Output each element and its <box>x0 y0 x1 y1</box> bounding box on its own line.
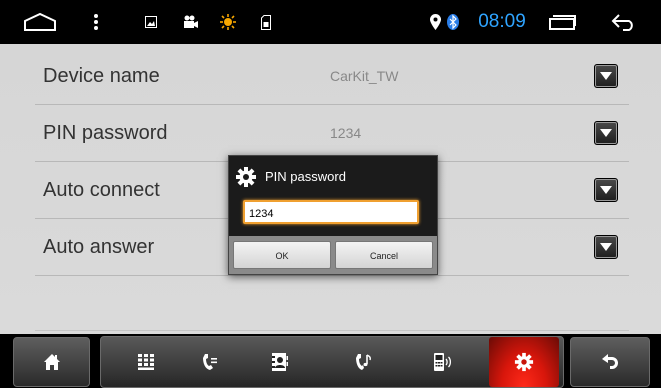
music-icon <box>356 354 371 370</box>
video-camera-icon <box>181 0 201 44</box>
status-bar: 08:09 <box>0 0 661 44</box>
phone-audio-icon <box>434 353 452 371</box>
setting-row-pin-password[interactable]: PIN password 1234 <box>35 105 629 162</box>
dropdown-arrow-icon[interactable] <box>594 121 618 145</box>
phone-audio-tab[interactable] <box>414 337 474 387</box>
settings-tab[interactable] <box>489 337 559 387</box>
recent-apps-icon[interactable] <box>543 0 583 44</box>
setting-row-empty <box>35 280 629 331</box>
location-pin-icon <box>427 0 443 44</box>
back-button[interactable] <box>570 337 650 387</box>
cancel-button[interactable]: Cancel <box>335 241 433 269</box>
pin-password-dialog: PIN password 1234 OK Cancel <box>228 155 438 275</box>
setting-value: 1234 <box>330 125 362 141</box>
settings-icon <box>514 352 534 372</box>
keypad-tab[interactable] <box>116 337 176 387</box>
setting-label: Auto answer <box>43 236 155 258</box>
dialog-title: PIN password <box>265 169 346 184</box>
contacts-tab[interactable] <box>250 337 310 387</box>
music-tab[interactable] <box>334 337 394 387</box>
setting-label: Device name <box>43 65 160 87</box>
menu-dots-icon[interactable] <box>88 0 104 44</box>
dialog-button-bar: OK Cancel <box>229 236 437 274</box>
dropdown-arrow-icon[interactable] <box>594 178 618 202</box>
back-arrow-icon <box>602 354 618 369</box>
contacts-icon <box>272 353 288 371</box>
back-arrow-icon[interactable] <box>604 0 644 44</box>
home-icon <box>43 354 60 370</box>
keypad-icon <box>138 354 154 370</box>
home-button[interactable] <box>13 337 90 387</box>
setting-label: Auto connect <box>43 179 160 201</box>
setting-value: CarKit_TW <box>330 68 399 84</box>
gear-icon <box>235 166 257 188</box>
setting-label: PIN password <box>43 122 168 144</box>
home-outline-icon[interactable] <box>18 0 62 44</box>
brightness-icon <box>218 0 238 44</box>
pin-input[interactable]: 1234 <box>243 200 419 224</box>
bluetooth-tabs <box>100 336 564 388</box>
setting-row-device-name[interactable]: Device name CarKit_TW <box>35 48 629 105</box>
call-log-tab[interactable] <box>180 337 240 387</box>
ok-button[interactable]: OK <box>233 241 331 269</box>
bluetooth-icon <box>444 0 462 44</box>
sd-card-icon <box>258 0 274 44</box>
clock-time: 08:09 <box>478 11 526 32</box>
call-log-icon <box>203 354 217 370</box>
dialog-header: PIN password <box>229 156 437 198</box>
bottom-nav-bar <box>0 334 661 388</box>
image-icon <box>142 0 160 44</box>
dropdown-arrow-icon[interactable] <box>594 235 618 259</box>
dropdown-arrow-icon[interactable] <box>594 64 618 88</box>
